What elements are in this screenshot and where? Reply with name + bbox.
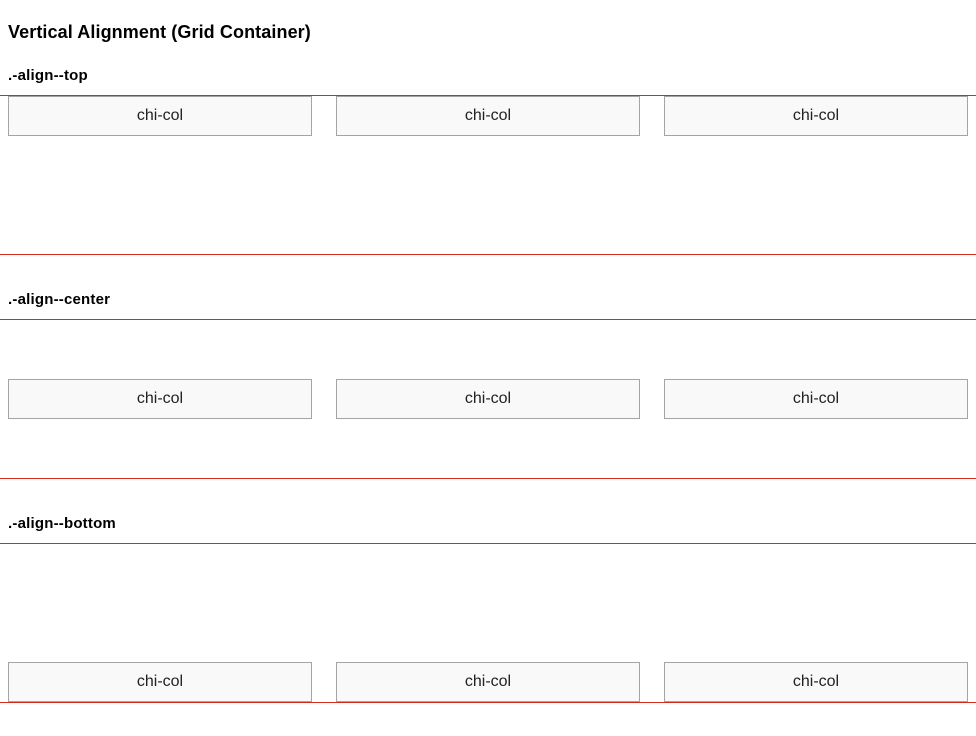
- grid-container-align-bottom: chi-col chi-col chi-col: [0, 543, 976, 703]
- section-heading-align-center: .-align--center: [8, 291, 111, 308]
- section-heading-align-top: .-align--top: [8, 67, 88, 84]
- grid-container-align-top: chi-col chi-col chi-col: [0, 95, 976, 255]
- grid-column: chi-col: [8, 96, 312, 136]
- grid-column: chi-col: [664, 96, 968, 136]
- grid-column: chi-col: [664, 662, 968, 702]
- grid-column: chi-col: [336, 379, 640, 419]
- grid-column: chi-col: [664, 379, 968, 419]
- grid-container-align-center: chi-col chi-col chi-col: [0, 319, 976, 479]
- grid-column: chi-col: [8, 662, 312, 702]
- section-heading-align-bottom: .-align--bottom: [8, 515, 116, 532]
- page-title: Vertical Alignment (Grid Container): [8, 22, 311, 42]
- grid-column: chi-col: [336, 662, 640, 702]
- grid-column: chi-col: [336, 96, 640, 136]
- grid-column: chi-col: [8, 379, 312, 419]
